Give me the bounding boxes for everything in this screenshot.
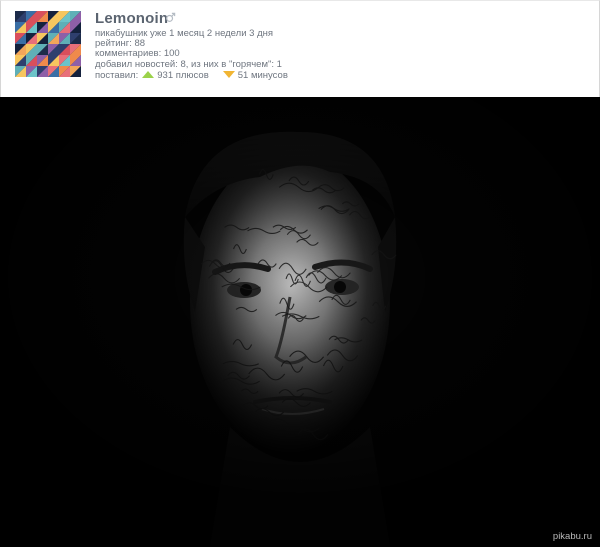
downvote-triangle-icon bbox=[222, 71, 235, 79]
portrait-photo bbox=[0, 97, 600, 547]
user-profile-card: Lemonoin пикабушник уже 1 месяц 2 недели… bbox=[0, 0, 600, 98]
pluses-count: 931 плюсов bbox=[157, 70, 209, 81]
site-watermark: pikabu.ru bbox=[552, 531, 592, 542]
votes-label: поставил: bbox=[95, 70, 139, 81]
gender-male-icon bbox=[166, 12, 176, 22]
minuses-count: 51 минусов bbox=[237, 70, 288, 81]
upvote-triangle-icon bbox=[142, 71, 155, 79]
post-image[interactable]: pikabu.ru bbox=[0, 97, 600, 547]
comments-count-text: комментариев: 100 bbox=[95, 48, 180, 59]
username[interactable]: Lemonoin bbox=[95, 10, 168, 27]
posts-count-text: добавил новостей: 8, из них в "горячем":… bbox=[95, 59, 282, 70]
votes-summary: поставил: 931 плюсов 51 минусов bbox=[95, 70, 288, 81]
user-avatar[interactable] bbox=[15, 11, 81, 77]
